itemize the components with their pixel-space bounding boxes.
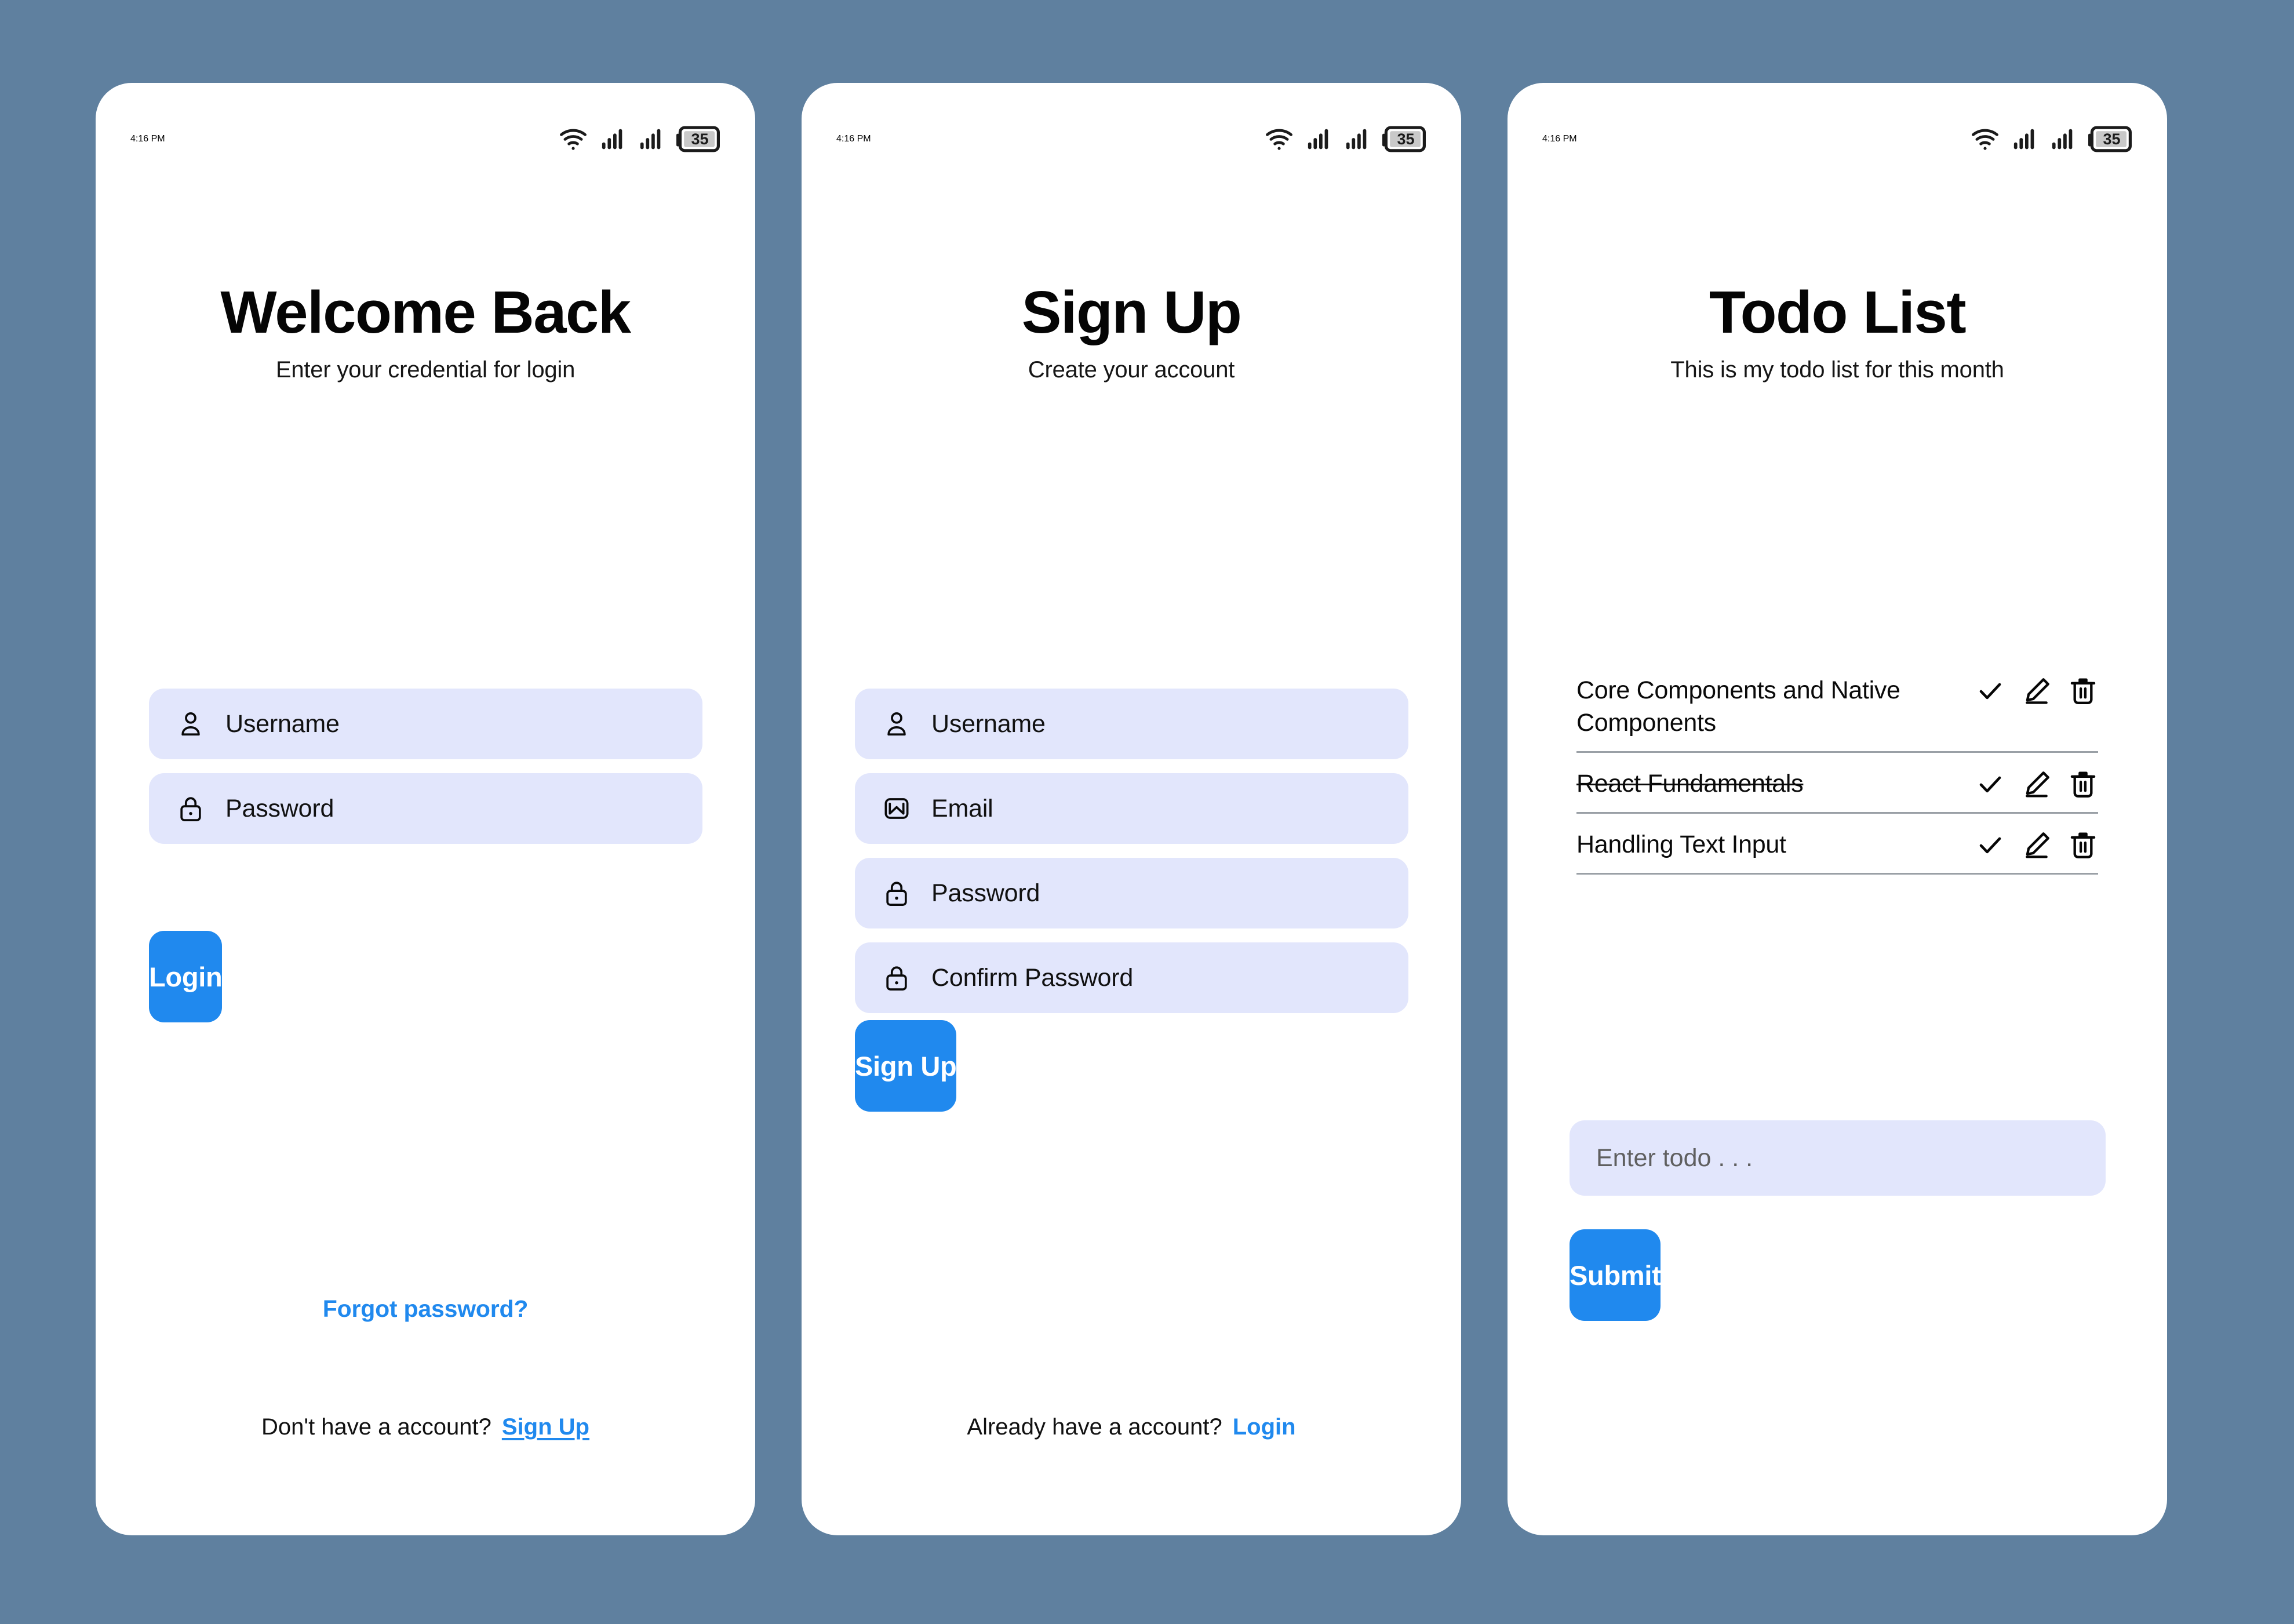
username-field[interactable]: Username [855, 689, 1408, 759]
signal-icon [1344, 126, 1371, 152]
pencil-icon[interactable] [2022, 830, 2052, 860]
status-bar: 4:16 PM 35 [96, 83, 755, 164]
password-field-label: Password [225, 794, 334, 822]
login-footer-text: Don't have a account? [261, 1414, 491, 1440]
login-title-block: Welcome Back Enter your credential for l… [96, 280, 755, 383]
username-field[interactable]: Username [149, 689, 702, 759]
battery-level-label: 35 [691, 130, 709, 148]
username-field-label: Username [225, 709, 340, 738]
status-bar: 4:16 PM 35 [802, 83, 1461, 164]
status-time: 4:16 PM [130, 134, 165, 144]
confirm-password-field-label: Confirm Password [931, 963, 1134, 992]
wifi-icon [558, 124, 588, 154]
signal-icon [638, 126, 665, 152]
lock-icon [176, 793, 206, 824]
signup-button[interactable]: Sign Up [855, 1020, 957, 1112]
signal-icon [2050, 126, 2077, 152]
page-title: Sign Up [1021, 279, 1242, 345]
screen-mockup-canvas: 4:16 PM 35 Welcome Back Enter your crede… [0, 0, 2294, 1624]
check-icon[interactable] [1975, 830, 2005, 860]
battery-icon: 35 [2088, 126, 2132, 152]
password-field[interactable]: Password [855, 858, 1408, 928]
todo-item-actions [1975, 672, 2098, 706]
todo-item-label: Handling Text Input [1576, 830, 1786, 858]
username-field-label: Username [931, 709, 1046, 738]
signup-link[interactable]: Sign Up [502, 1414, 589, 1440]
wifi-icon [1264, 124, 1294, 154]
check-icon[interactable] [1975, 769, 2005, 799]
password-field-label: Password [931, 879, 1040, 907]
page-subtitle: This is my todo list for this month [1670, 357, 2004, 383]
battery-level-label: 35 [1397, 130, 1415, 148]
pencil-icon[interactable] [2022, 676, 2052, 706]
mail-icon [882, 793, 912, 824]
signup-button-wrap: Sign Up [855, 1020, 1408, 1112]
trash-icon[interactable] [2068, 769, 2098, 799]
status-icon-group: 35 [1264, 124, 1426, 154]
password-field[interactable]: Password [149, 773, 702, 844]
lock-icon [882, 878, 912, 908]
signal-icon [600, 126, 627, 152]
todo-item-label: React Fundamentals [1576, 769, 1804, 798]
status-time: 4:16 PM [836, 134, 871, 144]
todo-item-actions [1975, 826, 2098, 860]
login-link[interactable]: Login [1233, 1414, 1296, 1440]
battery-icon: 35 [1382, 126, 1426, 152]
signup-footer: Already have a account? Login [802, 1414, 1461, 1440]
login-button-wrap: Login [149, 931, 702, 1022]
login-button[interactable]: Login [149, 931, 223, 1022]
person-icon [882, 709, 912, 739]
list-item[interactable]: Handling Text Input [1576, 814, 2098, 875]
signal-icon [1306, 126, 1332, 152]
signup-form: Username Email Password Confirm Password [855, 689, 1408, 1013]
email-field[interactable]: Email [855, 773, 1408, 844]
phone-screen-todo: 4:16 PM 35 Todo List This is my todo lis… [1508, 83, 2167, 1535]
wifi-icon [1970, 124, 2000, 154]
page-title: Welcome Back [220, 279, 631, 345]
phone-screen-login: 4:16 PM 35 Welcome Back Enter your crede… [96, 83, 755, 1535]
check-icon[interactable] [1975, 676, 2005, 706]
signup-footer-text: Already have a account? [967, 1414, 1222, 1440]
todo-body: Todo List This is my todo list for this … [1508, 164, 2167, 1535]
signup-body: Sign Up Create your account Username Ema… [802, 164, 1461, 1535]
todo-list: Core Components and Native Components Re… [1576, 660, 2098, 875]
person-icon [176, 709, 206, 739]
submit-button[interactable]: Submit [1570, 1229, 1661, 1321]
todo-item-label: Core Components and Native Components [1576, 676, 1900, 737]
email-field-label: Email [931, 794, 993, 822]
todo-title-block: Todo List This is my todo list for this … [1508, 280, 2167, 383]
login-body: Welcome Back Enter your credential for l… [96, 164, 755, 1535]
battery-icon: 35 [676, 126, 720, 152]
phone-screen-signup: 4:16 PM 35 Sign Up Create your account U… [802, 83, 1461, 1535]
confirm-password-field[interactable]: Confirm Password [855, 942, 1408, 1013]
page-subtitle: Enter your credential for login [275, 357, 576, 383]
page-subtitle: Create your account [1028, 357, 1235, 383]
signal-icon [2012, 126, 2038, 152]
trash-icon[interactable] [2068, 676, 2098, 706]
page-title: Todo List [1709, 279, 1967, 345]
status-icon-group: 35 [558, 124, 720, 154]
todo-input[interactable] [1570, 1120, 2106, 1196]
status-icon-group: 35 [1970, 124, 2132, 154]
lock-icon [882, 963, 912, 993]
todo-item-actions [1975, 766, 2098, 799]
todo-submit-wrap: Submit [1570, 1229, 2106, 1321]
list-item[interactable]: Core Components and Native Components [1576, 660, 2098, 753]
login-form: Username Password [149, 689, 702, 844]
login-footer: Don't have a account? Sign Up [96, 1414, 755, 1440]
forgot-password-link[interactable]: Forgot password? [96, 1295, 755, 1323]
status-bar: 4:16 PM 35 [1508, 83, 2167, 164]
status-time: 4:16 PM [1542, 134, 1577, 144]
trash-icon[interactable] [2068, 830, 2098, 860]
list-item[interactable]: React Fundamentals [1576, 753, 2098, 814]
battery-level-label: 35 [2103, 130, 2121, 148]
signup-title-block: Sign Up Create your account [802, 280, 1461, 383]
pencil-icon[interactable] [2022, 769, 2052, 799]
